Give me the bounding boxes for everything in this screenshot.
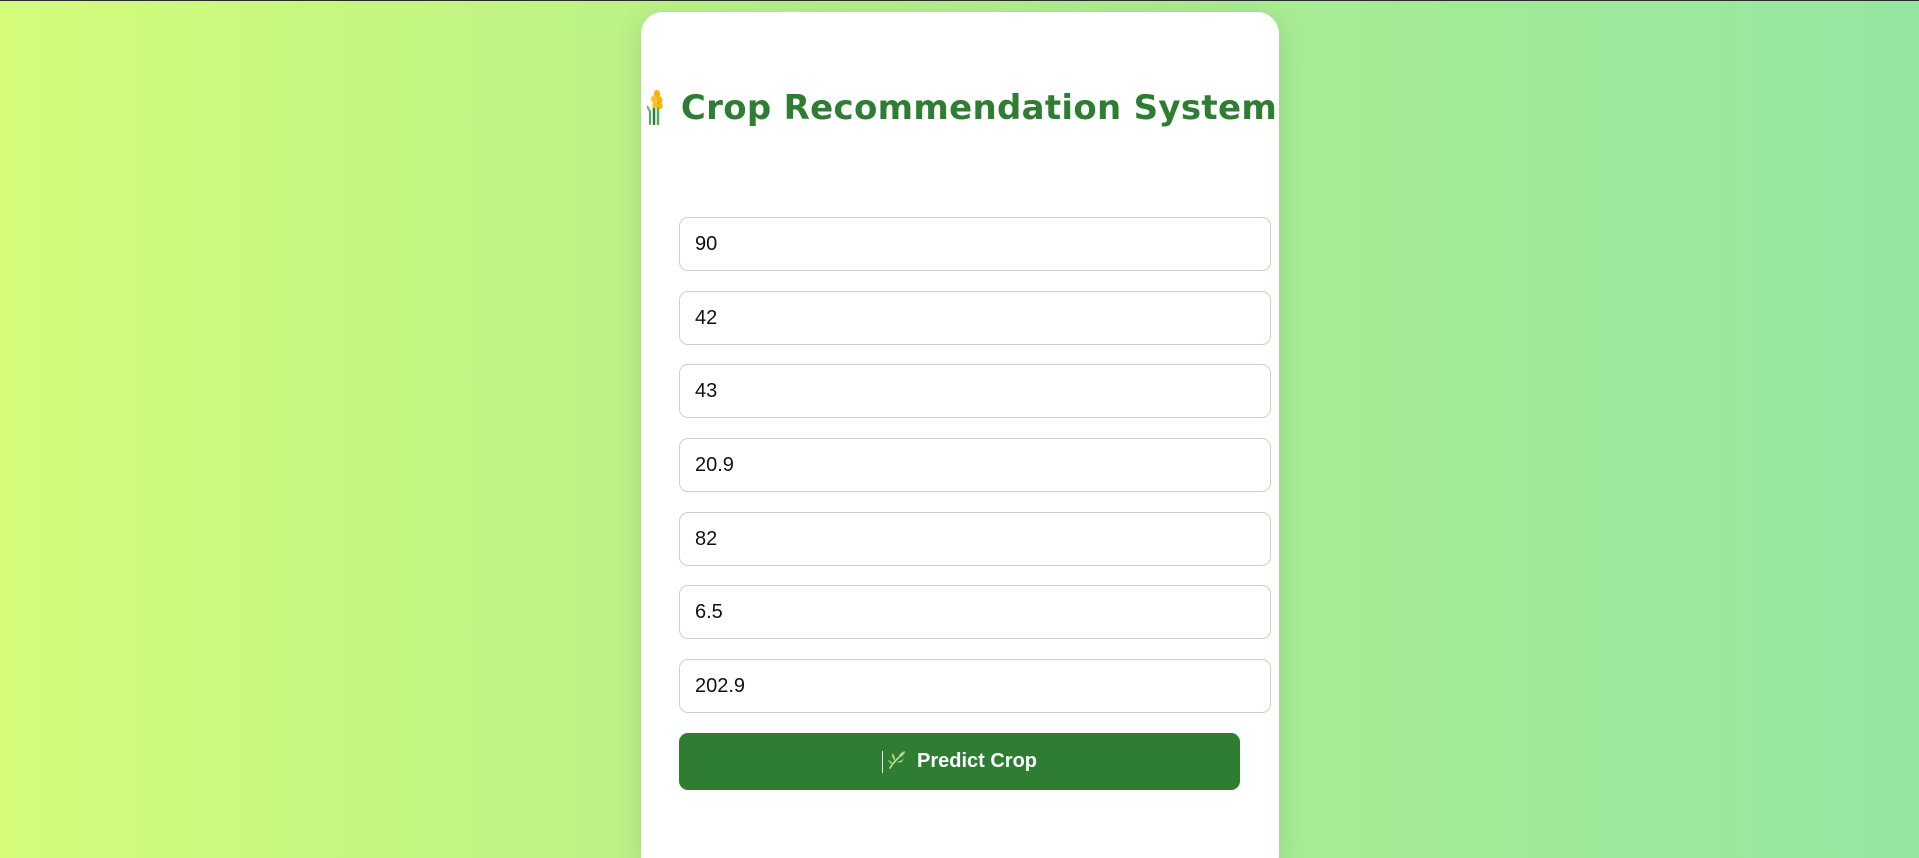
prediction-card: Crop Recommendation System Predict Crop [641, 12, 1279, 858]
input-field-5[interactable] [679, 512, 1271, 566]
input-field-7[interactable] [679, 659, 1271, 713]
predict-crop-button[interactable]: Predict Crop [679, 733, 1240, 790]
top-border-line [0, 0, 1919, 1]
page-title-text: Crop Recommendation System [680, 88, 1278, 128]
input-field-4[interactable] [679, 438, 1271, 492]
wheat-icon [643, 89, 669, 138]
predict-crop-label: Predict Crop [916, 750, 1038, 772]
page-title: Crop Recommendation System [641, 84, 1279, 138]
input-field-2[interactable] [679, 291, 1271, 345]
input-field-1[interactable] [679, 217, 1271, 271]
input-field-3[interactable] [679, 364, 1271, 418]
input-field-6[interactable] [679, 585, 1271, 639]
text-caret [881, 750, 883, 773]
seedling-icon [887, 749, 907, 775]
